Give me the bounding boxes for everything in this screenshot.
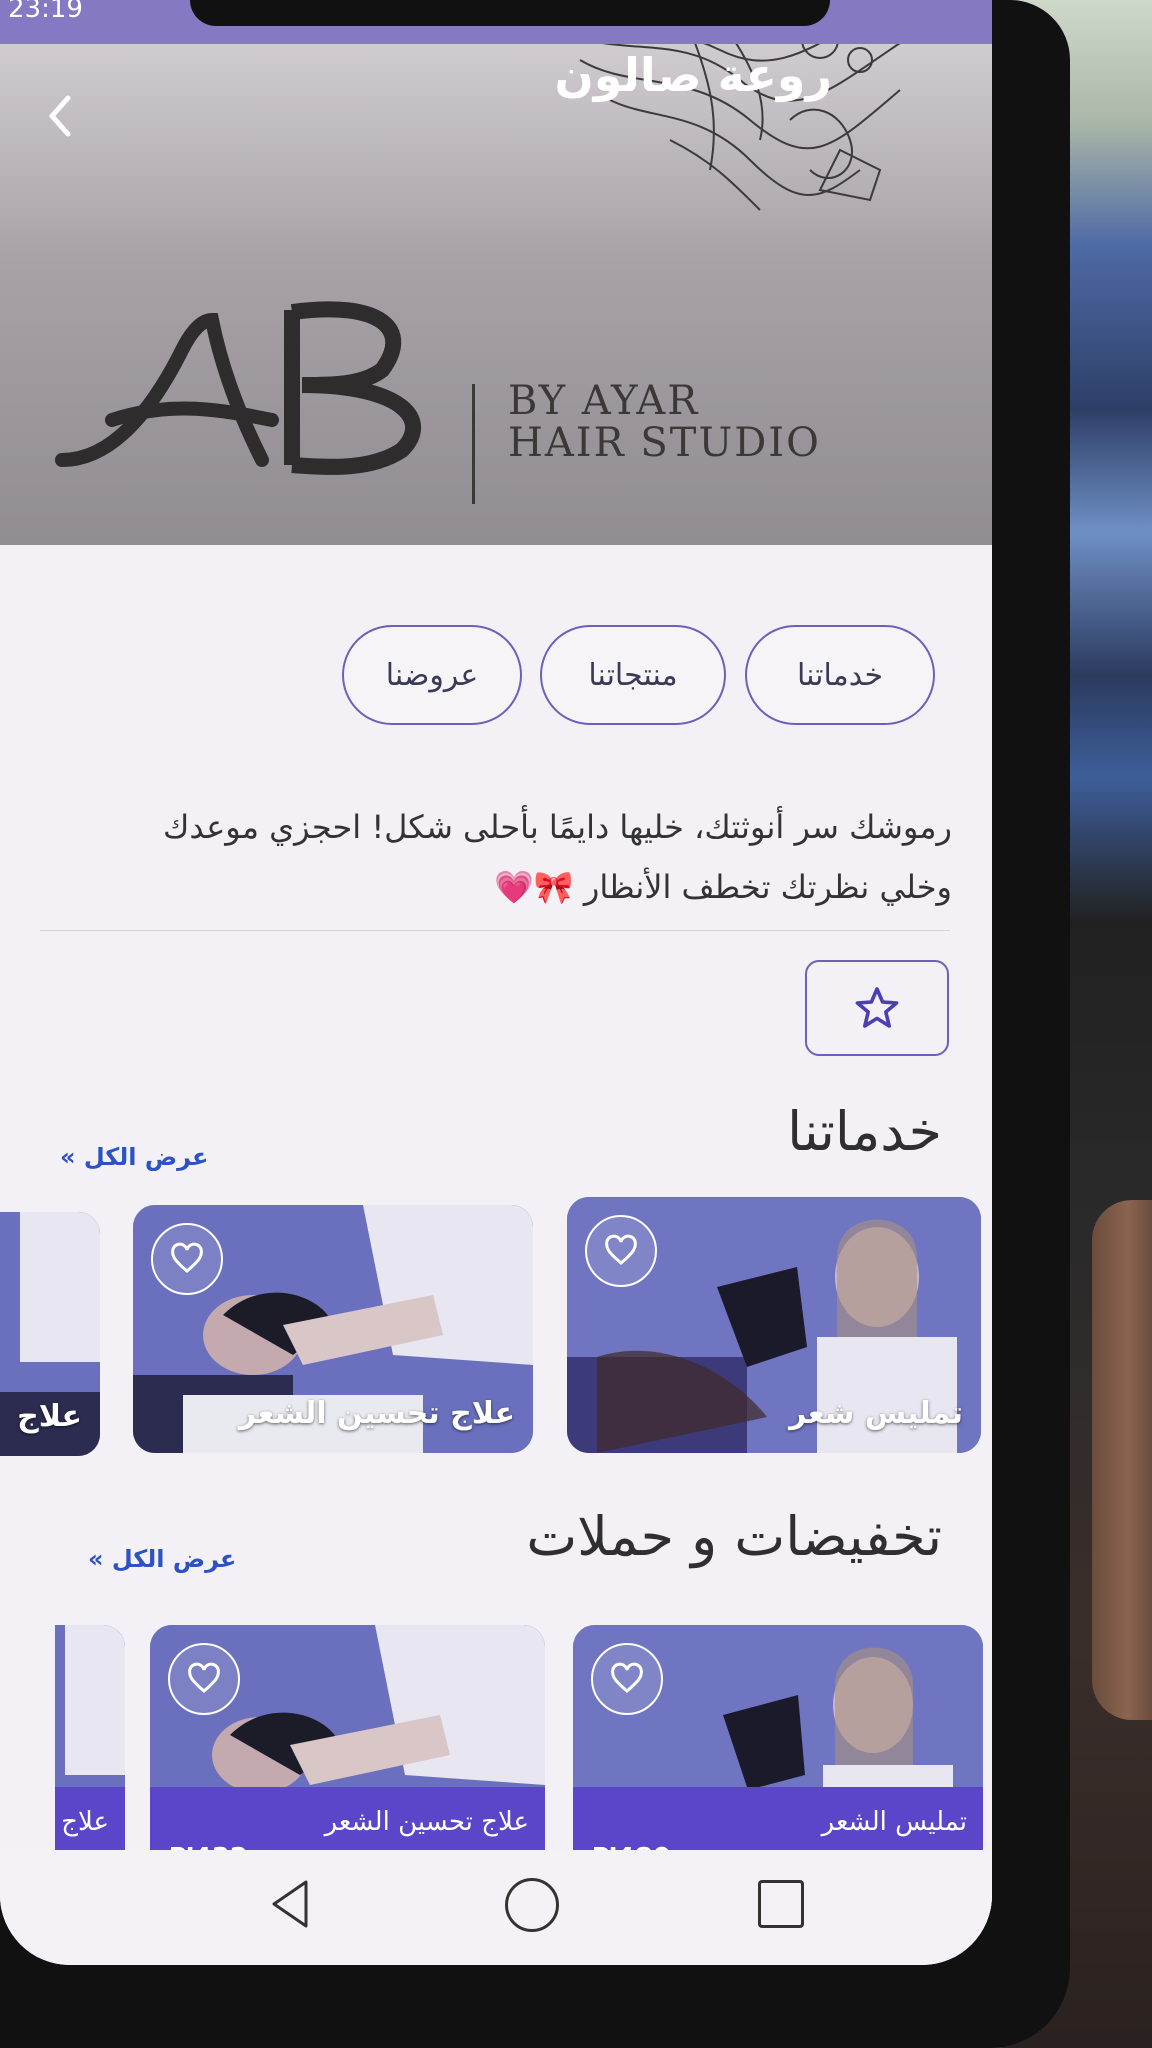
salon-logo-mark bbox=[55, 301, 421, 475]
background-hand bbox=[1092, 1200, 1152, 1720]
star-icon bbox=[855, 987, 899, 1028]
favorite-heart-button[interactable] bbox=[151, 1223, 223, 1295]
service-card[interactable]: علاج تحسين الشعر bbox=[133, 1205, 533, 1453]
heart-icon bbox=[171, 1242, 203, 1273]
page-title: روعة صالون bbox=[554, 48, 832, 102]
promo-name: تمليس الشعر bbox=[821, 1807, 967, 1837]
promo-card[interactable]: تمليس الشعر ₪480 bbox=[573, 1625, 983, 1867]
app-screen: 23:19 روعة صالون BY AYAR HAIR STUDIO خدم… bbox=[0, 0, 992, 1965]
status-time: 23:19 bbox=[8, 0, 83, 24]
promo-name: علاج تحسين الشعر bbox=[324, 1807, 529, 1837]
salon-description: رموشك سر أنوثتك، خليها دايمًا بأحلى شكل!… bbox=[163, 808, 952, 906]
service-card-label: علاج تحسين الشعر bbox=[238, 1396, 515, 1431]
promo-card[interactable]: علاج bbox=[55, 1625, 125, 1867]
tab-services[interactable]: خدماتنا bbox=[745, 625, 935, 725]
phone-frame: 23:19 روعة صالون BY AYAR HAIR STUDIO خدم… bbox=[0, 0, 1070, 2048]
service-card[interactable]: تمليس شعر bbox=[567, 1197, 981, 1453]
promo-name: علاج bbox=[61, 1807, 109, 1837]
logo-text: BY AYAR HAIR STUDIO bbox=[508, 380, 821, 464]
nav-recents-icon[interactable] bbox=[758, 1880, 804, 1928]
system-nav-bar bbox=[0, 1850, 992, 1965]
heart-icon bbox=[611, 1662, 643, 1693]
promotions-section-title: تخفيضات و حملات bbox=[526, 1505, 942, 1568]
logo-line-1: BY AYAR bbox=[508, 378, 700, 424]
nav-home-icon[interactable] bbox=[505, 1878, 559, 1932]
logo-divider bbox=[472, 384, 475, 504]
promo-card[interactable]: علاج تحسين الشعر ₪432 bbox=[150, 1625, 545, 1867]
promotions-see-all-link[interactable]: عرض الكل » bbox=[88, 1545, 236, 1573]
salon-header: 23:19 روعة صالون BY AYAR HAIR STUDIO bbox=[0, 0, 992, 580]
logo-line-2: HAIR STUDIO bbox=[508, 420, 821, 466]
service-card[interactable]: علاج bbox=[0, 1212, 100, 1456]
service-card-label: علاج bbox=[17, 1399, 82, 1434]
services-see-all-link[interactable]: عرض الكل » bbox=[60, 1143, 208, 1171]
favorite-heart-button[interactable] bbox=[168, 1643, 240, 1715]
chevron-left-icon bbox=[49, 95, 71, 137]
favorite-heart-button[interactable] bbox=[585, 1215, 657, 1287]
nav-back-icon[interactable] bbox=[268, 1878, 312, 1930]
favorite-star-button[interactable] bbox=[805, 960, 949, 1056]
service-card-label: تمليس شعر bbox=[789, 1396, 963, 1431]
services-section-title: خدماتنا bbox=[787, 1100, 942, 1163]
camera-notch bbox=[190, 0, 830, 26]
heart-icon bbox=[188, 1662, 220, 1693]
tab-products[interactable]: منتجاتنا bbox=[540, 625, 726, 725]
divider bbox=[40, 930, 950, 931]
tab-offers[interactable]: عروضنا bbox=[342, 625, 522, 725]
heart-icon bbox=[605, 1234, 637, 1265]
salon-content: خدماتنا منتجاتنا عروضنا رموشك سر أنوثتك،… bbox=[0, 545, 992, 1965]
back-button[interactable] bbox=[40, 86, 90, 146]
favorite-heart-button[interactable] bbox=[591, 1643, 663, 1715]
